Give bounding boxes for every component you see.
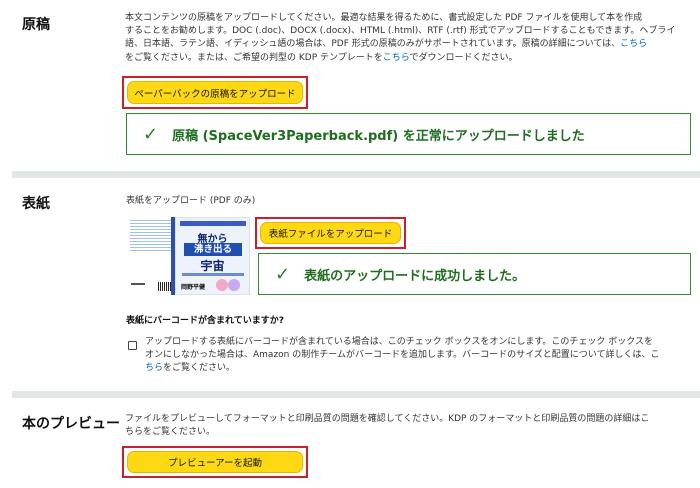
barcode-checkbox[interactable] [128,341,137,350]
cover-circle-pink [216,279,228,291]
barcode-description-line: ちらをご覧ください。 [145,363,236,374]
barcode-description-line: アップロードする表紙にバーコードが含まれている場合は、このチェック ボックスをオ… [145,337,654,347]
preview-description: ファイルをプレビューしてフォーマットと印刷品質の問題を確認してください。KDP … [125,413,690,439]
barcode-icon [158,282,172,291]
cover-line2: 沸き出る [184,243,242,256]
back-cover-text-block [130,219,172,251]
manuscript-description-line: をご覧ください。または、ご希望の判型の KDP テンプレートをこちらでダウンロー… [125,52,518,63]
upload-manuscript-button[interactable]: ペーパーバックの原稿をアップロード [127,81,303,104]
cover-author: 岡野平健 [181,284,206,291]
manuscript-description-line: することをお勧めします。DOC (.doc)、DOCX (.docx)、HTML… [125,26,676,37]
cover-success-alert: ✓ 表紙のアップロードに成功しました。 [258,253,691,295]
cover-header-band [180,221,246,226]
barcode-details-link[interactable]: ちら [145,363,163,373]
manuscript-description-line: 本文コンテンツの原稿をアップロードしてください。最適な結果を得るために、書式設定… [125,13,643,23]
launch-previewer-button[interactable]: プレビューアーを起動 [127,451,303,473]
manuscript-details-link[interactable]: こちら [620,39,647,49]
preview-title: 本のプレビュー [22,416,120,432]
barcode-description-line: オンにしなかった場合は、Amazon の制作チームがバーコードを追加します。バー… [145,350,660,361]
manuscript-success-alert: ✓ 原稿 (SpaceVer3Paperback.pdf) を正常にアップロード… [126,113,691,155]
preview-description-line: ちらをご覧ください。 [125,427,216,438]
check-icon: ✓ [275,263,291,285]
cover-success-message: 表紙のアップロードに成功しました。 [304,268,526,284]
manuscript-description: 本文コンテンツの原稿をアップロードしてください。最適な結果を得るために、書式設定… [125,12,690,65]
section-divider [12,391,700,398]
cover-line3: 宇宙 [200,259,225,273]
back-cover-mark [131,283,145,285]
manuscript-description-line: 語、日本語、ラテン語、イディッシュ語の場合は、PDF 形式の原稿のみがサポートさ… [125,39,648,50]
template-download-link[interactable]: こちら [383,53,410,63]
barcode-question: 表紙にバーコードが含まれていますか? [126,316,284,326]
preview-description-line: ファイルをプレビューしてフォーマットと印刷品質の問題を確認してください。KDP … [125,414,650,424]
cover-band [182,273,244,276]
upload-cover-button[interactable]: 表紙ファイルをアップロード [260,222,401,244]
cover-subtitle: 表紙をアップロード (PDF のみ) [126,196,256,206]
section-divider [12,171,700,178]
cover-circle-purple [228,279,240,291]
check-icon: ✓ [143,123,159,145]
front-cover: 無から 沸き出る 宇宙 岡野平健 [175,217,250,295]
manuscript-success-message: 原稿 (SpaceVer3Paperback.pdf) を正常にアップロードしま… [172,128,585,144]
barcode-description: アップロードする表紙にバーコードが含まれている場合は、このチェック ボックスをオ… [145,336,693,376]
manuscript-title: 原稿 [22,17,50,33]
cover-title: 表紙 [22,196,50,212]
